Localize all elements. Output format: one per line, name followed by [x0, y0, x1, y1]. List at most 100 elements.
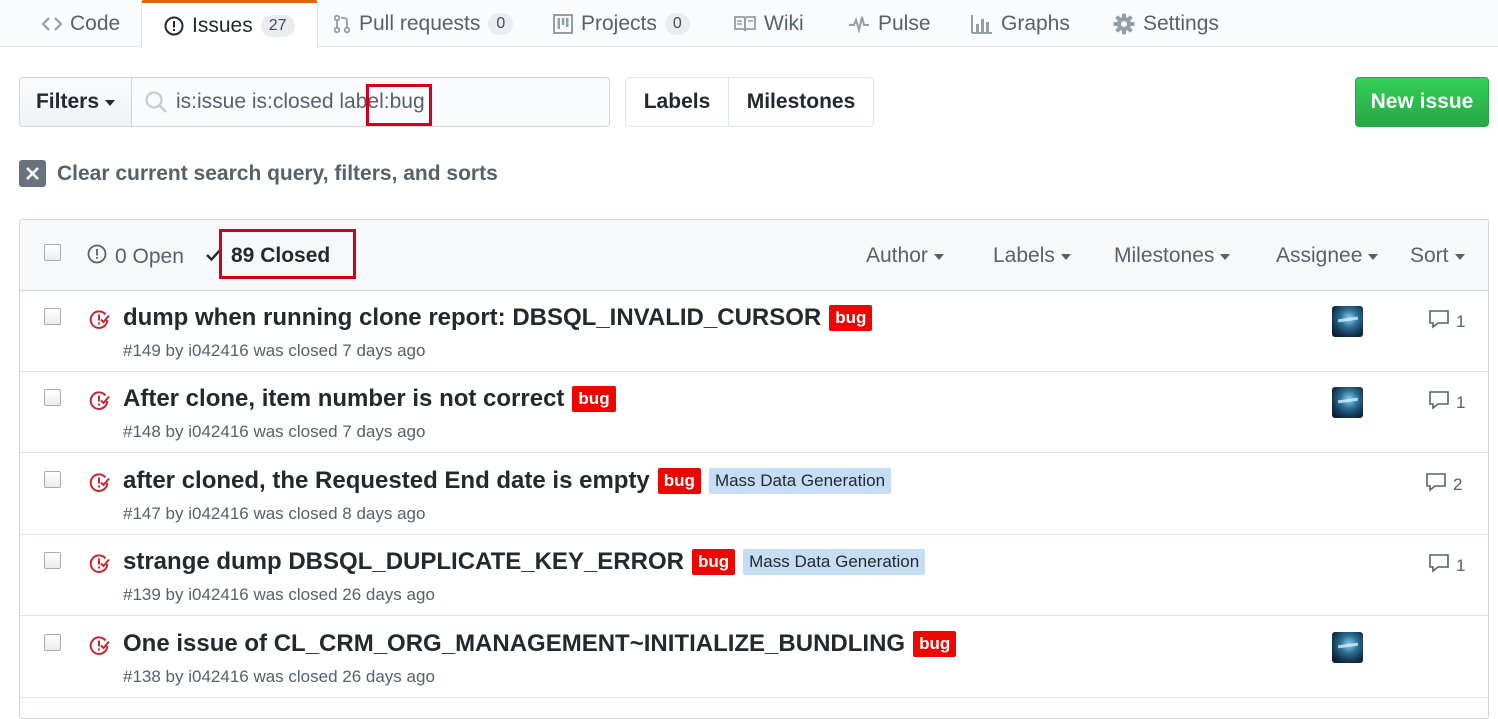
menu-label: Milestones — [1114, 244, 1215, 267]
issue-row[interactable]: One issue of CL_CRM_ORG_MANAGEMENT~INITI… — [20, 617, 1488, 698]
issue-meta: #148 by i042416 was closed 7 days ago — [123, 422, 426, 441]
tab-pulse[interactable]: Pulse — [848, 0, 931, 47]
comments-link[interactable]: 1 — [1428, 553, 1465, 578]
comment-count: 1 — [1456, 311, 1466, 331]
issue-row[interactable]: After clone, item number is not correct … — [20, 372, 1488, 453]
issue-opened-icon — [164, 16, 184, 36]
open-issues-toggle[interactable]: 0 Open — [87, 244, 184, 270]
search-input[interactable] — [132, 78, 609, 126]
tab-projects[interactable]: Projects 0 — [553, 0, 690, 47]
chevron-down-icon — [933, 254, 944, 260]
tab-label: Projects — [581, 11, 657, 35]
search-icon — [144, 90, 168, 119]
issue-row[interactable]: after cloned, the Requested End date is … — [20, 454, 1488, 535]
pulse-icon — [848, 15, 870, 33]
tab-label: Pull requests — [359, 11, 481, 35]
project-icon — [553, 13, 573, 34]
menu-label: Sort — [1410, 244, 1449, 267]
issue-opened-icon — [87, 244, 107, 270]
issues-list-header: 0 Open 89 Closed Author Labels Milestone… — [20, 220, 1488, 291]
label-mass-data-generation[interactable]: Mass Data Generation — [708, 468, 892, 494]
issue-checkbox[interactable] — [44, 552, 61, 569]
label-mass-data-generation[interactable]: Mass Data Generation — [743, 549, 926, 575]
tab-pull-requests[interactable]: Pull requests 0 — [333, 0, 514, 47]
git-pull-request-icon — [333, 14, 351, 34]
label-bug[interactable]: bug — [657, 468, 701, 494]
issue-checkbox[interactable] — [44, 634, 61, 651]
tab-issues[interactable]: Issues 27 — [141, 0, 318, 48]
menu-label: Labels — [993, 244, 1055, 267]
filters-button[interactable]: Filters — [19, 77, 131, 127]
comment-count: 1 — [1456, 555, 1466, 575]
issue-closed-icon — [88, 390, 110, 417]
comments-link[interactable]: 1 — [1428, 309, 1465, 334]
comment-icon — [1428, 309, 1450, 334]
issue-checkbox[interactable] — [44, 308, 61, 325]
issue-title-line: after cloned, the Requested End date is … — [123, 467, 892, 495]
tab-label: Issues — [192, 13, 253, 37]
assignee-filter-menu[interactable]: Assignee — [1276, 244, 1379, 268]
assignee-avatar[interactable] — [1332, 387, 1363, 418]
select-all-checkbox[interactable] — [44, 244, 61, 261]
book-icon — [734, 15, 756, 33]
graph-icon — [971, 14, 993, 34]
pull-requests-counter: 0 — [488, 12, 514, 35]
comment-icon — [1428, 553, 1450, 578]
comment-icon — [1428, 390, 1450, 415]
issue-title-line: One issue of CL_CRM_ORG_MANAGEMENT~INITI… — [123, 630, 957, 658]
check-icon — [205, 244, 223, 268]
repo-nav: Code Issues 27 Pull requests 0 Projects … — [0, 0, 1498, 48]
label-bug[interactable]: bug — [691, 549, 736, 575]
issue-title-link[interactable]: One issue of CL_CRM_ORG_MANAGEMENT~INITI… — [123, 630, 905, 658]
issue-closed-icon — [88, 309, 110, 336]
comments-link[interactable]: 1 — [1428, 390, 1465, 415]
issue-closed-icon — [88, 472, 110, 499]
tab-wiki[interactable]: Wiki — [734, 0, 804, 47]
new-issue-button[interactable]: New issue — [1355, 77, 1489, 127]
closed-issues-toggle[interactable]: 89 Closed — [205, 244, 330, 268]
author-filter-menu[interactable]: Author — [866, 244, 944, 268]
chevron-down-icon — [1454, 254, 1465, 260]
tab-graphs[interactable]: Graphs — [971, 0, 1070, 47]
issue-checkbox[interactable] — [44, 471, 61, 488]
issue-row[interactable]: strange dump DBSQL_DUPLICATE_KEY_ERROR b… — [20, 535, 1488, 616]
issue-title-line: strange dump DBSQL_DUPLICATE_KEY_ERROR b… — [123, 548, 926, 576]
sort-menu[interactable]: Sort — [1410, 244, 1465, 268]
labels-filter-menu[interactable]: Labels — [993, 244, 1071, 268]
clear-query-link[interactable]: Clear current search query, filters, and… — [19, 160, 498, 187]
issue-title-line: After clone, item number is not correct … — [123, 385, 616, 413]
tab-settings[interactable]: Settings — [1113, 0, 1219, 47]
issue-row[interactable]: dump when running clone report: DBSQL_IN… — [20, 291, 1488, 372]
issue-title-line: dump when running clone report: DBSQL_IN… — [123, 304, 873, 332]
menu-label: Assignee — [1276, 244, 1363, 267]
tab-code[interactable]: Code — [42, 0, 120, 47]
chevron-down-icon — [105, 100, 116, 106]
gear-icon — [1113, 13, 1135, 35]
milestones-filter-menu[interactable]: Milestones — [1114, 244, 1231, 268]
comments-link[interactable]: 2 — [1425, 472, 1462, 497]
label-bug[interactable]: bug — [572, 386, 616, 412]
open-count-label: 0 Open — [115, 245, 184, 268]
closed-count-label: 89 Closed — [231, 244, 331, 267]
label-bug[interactable]: bug — [913, 631, 957, 657]
assignee-avatar[interactable] — [1332, 306, 1363, 337]
issues-counter: 27 — [260, 14, 295, 37]
milestones-button[interactable]: Milestones — [729, 77, 874, 127]
issue-title-link[interactable]: After clone, item number is not correct — [123, 385, 564, 413]
filters-search-group: Filters — [19, 77, 610, 127]
issue-title-link[interactable]: strange dump DBSQL_DUPLICATE_KEY_ERROR — [123, 548, 684, 576]
comment-icon — [1425, 472, 1447, 497]
issue-title-link[interactable]: after cloned, the Requested End date is … — [123, 467, 650, 495]
label-bug[interactable]: bug — [829, 305, 873, 331]
chevron-down-icon — [1060, 254, 1071, 260]
tab-label: Settings — [1143, 11, 1219, 35]
assignee-avatar[interactable] — [1332, 632, 1363, 663]
chevron-down-icon — [1368, 254, 1379, 260]
issue-checkbox[interactable] — [44, 389, 61, 406]
issue-meta: #149 by i042416 was closed 7 days ago — [123, 341, 426, 360]
issue-closed-icon — [88, 635, 110, 662]
filters-label: Filters — [35, 90, 100, 113]
labels-button[interactable]: Labels — [625, 77, 729, 127]
issue-title-link[interactable]: dump when running clone report: DBSQL_IN… — [123, 304, 821, 332]
tab-label: Code — [70, 11, 121, 35]
